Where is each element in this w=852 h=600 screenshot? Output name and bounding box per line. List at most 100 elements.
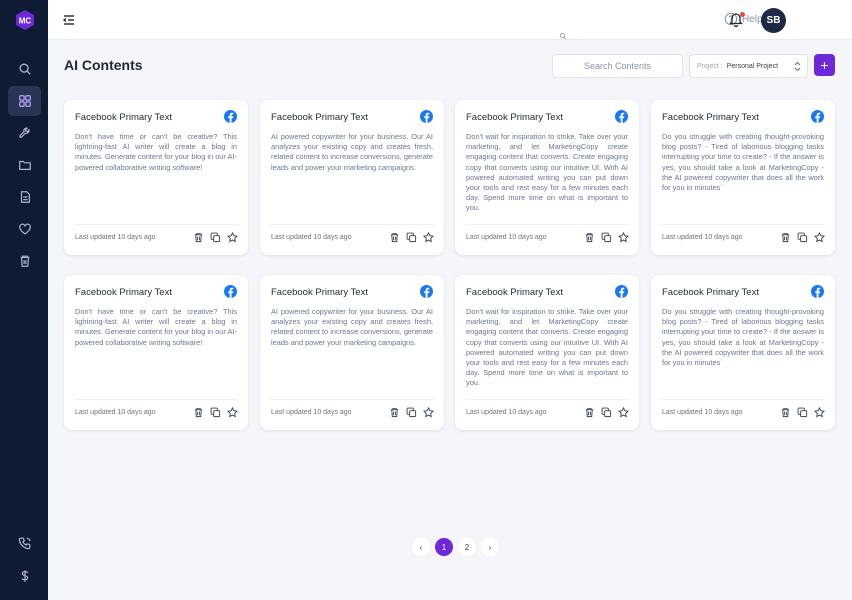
- menu-toggle-icon[interactable]: [62, 13, 76, 27]
- delete-icon[interactable]: [389, 407, 400, 418]
- content-card[interactable]: Facebook Primary Text Do you struggle wit…: [651, 275, 835, 430]
- card-actions: [193, 407, 238, 418]
- wrench-icon: [18, 127, 30, 138]
- page-title: AI Contents: [64, 57, 143, 73]
- content-card[interactable]: Facebook Primary Text AI powered copywrit…: [260, 275, 444, 430]
- add-content-button[interactable]: +: [814, 54, 835, 76]
- card-body: Don't have time or can't be creative? Th…: [75, 132, 237, 172]
- copy-icon[interactable]: [797, 232, 808, 243]
- copy-icon[interactable]: [797, 407, 808, 418]
- delete-icon[interactable]: [584, 407, 595, 418]
- star-icon[interactable]: [423, 407, 434, 418]
- project-select[interactable]: Project : Personal Project: [689, 54, 808, 78]
- divider: [74, 224, 238, 225]
- card-updated-text: Last updated 10 days ago: [75, 409, 156, 416]
- delete-icon[interactable]: [780, 232, 791, 243]
- card-actions: [584, 407, 629, 418]
- star-icon[interactable]: [618, 407, 629, 418]
- card-title: Facebook Primary Text: [466, 287, 563, 298]
- grid-icon: [18, 95, 31, 107]
- sidebar-item-folder[interactable]: [8, 150, 41, 180]
- card-updated-text: Last updated 10 days ago: [466, 234, 547, 241]
- content-card[interactable]: Facebook Primary Text Do you struggle wit…: [651, 100, 835, 255]
- card-title: Facebook Primary Text: [75, 287, 172, 298]
- project-label: Project :: [697, 62, 723, 70]
- avatar[interactable]: SB: [761, 8, 786, 33]
- sidebar: MC: [0, 0, 48, 600]
- delete-icon[interactable]: [193, 407, 204, 418]
- copy-icon[interactable]: [406, 407, 417, 418]
- card-actions: [389, 232, 434, 243]
- project-value: Personal Project: [726, 62, 779, 70]
- card-updated-text: Last updated 10 days ago: [75, 234, 156, 241]
- card-title: Facebook Primary Text: [466, 112, 563, 123]
- copy-icon[interactable]: [210, 232, 221, 243]
- sidebar-item-trash[interactable]: [8, 246, 41, 276]
- star-icon[interactable]: [227, 407, 238, 418]
- card-title: Facebook Primary Text: [271, 112, 368, 123]
- facebook-icon: [811, 285, 824, 298]
- divider: [465, 399, 629, 400]
- card-updated-text: Last updated 10 days ago: [271, 409, 352, 416]
- card-body: Do you struggle with creating thought-pr…: [662, 307, 824, 368]
- search-input[interactable]: Search Contents: [552, 54, 683, 78]
- card-title: Facebook Primary Text: [662, 112, 759, 123]
- facebook-icon: [224, 285, 237, 298]
- sidebar-item-tools[interactable]: [8, 118, 41, 148]
- star-icon[interactable]: [618, 232, 629, 243]
- divider: [661, 399, 825, 400]
- sidebar-item-dashboard[interactable]: [8, 86, 41, 116]
- facebook-icon: [811, 110, 824, 123]
- search-placeholder: Search Contents: [583, 61, 652, 71]
- delete-icon[interactable]: [780, 407, 791, 418]
- copy-icon[interactable]: [601, 407, 612, 418]
- sidebar-item-support[interactable]: [8, 528, 41, 558]
- card-body: Don't have time or can't be creative? Th…: [75, 307, 237, 347]
- card-title: Facebook Primary Text: [662, 287, 759, 298]
- prev-page-button[interactable]: ‹: [412, 538, 430, 556]
- next-page-button[interactable]: ›: [481, 538, 499, 556]
- divider: [74, 399, 238, 400]
- card-actions: [780, 407, 825, 418]
- content-card[interactable]: Facebook Primary Text Don't have time or …: [64, 275, 248, 430]
- sidebar-item-search[interactable]: [8, 54, 41, 84]
- star-icon[interactable]: [423, 232, 434, 243]
- content-card[interactable]: Facebook Primary Text AI powered copywrit…: [260, 100, 444, 255]
- divider: [465, 224, 629, 225]
- copy-icon[interactable]: [210, 407, 221, 418]
- search-icon: [19, 63, 31, 75]
- card-updated-text: Last updated 10 days ago: [466, 409, 547, 416]
- facebook-icon: [420, 285, 433, 298]
- sidebar-item-documents[interactable]: [8, 182, 41, 212]
- card-actions: [389, 407, 434, 418]
- help-label: Help: [742, 13, 763, 25]
- card-body: AI powered copywriter for your business.…: [271, 307, 433, 347]
- pagination: ‹ 1 2 ›: [412, 538, 499, 556]
- app-logo[interactable]: MC: [15, 10, 35, 30]
- page-button-1[interactable]: 1: [435, 538, 453, 556]
- divider: [270, 399, 434, 400]
- delete-icon[interactable]: [193, 232, 204, 243]
- copy-icon[interactable]: [601, 232, 612, 243]
- star-icon[interactable]: [227, 232, 238, 243]
- content-card[interactable]: Facebook Primary Text Don't wait for insp…: [455, 275, 639, 430]
- star-icon[interactable]: [814, 232, 825, 243]
- card-body: AI powered copywriter for your business.…: [271, 132, 433, 172]
- card-title: Facebook Primary Text: [75, 112, 172, 123]
- page-button-2[interactable]: 2: [458, 538, 476, 556]
- facebook-icon: [615, 110, 628, 123]
- sidebar-item-favorites[interactable]: [8, 214, 41, 244]
- content-card[interactable]: Facebook Primary Text Don't have time or …: [64, 100, 248, 255]
- document-icon: [20, 191, 30, 203]
- content-card[interactable]: Facebook Primary Text Don't wait for insp…: [455, 100, 639, 255]
- copy-icon[interactable]: [406, 232, 417, 243]
- card-body: Don't wait for inspiration to strike. Ta…: [466, 307, 628, 388]
- search-icon: [559, 32, 567, 40]
- delete-icon[interactable]: [584, 232, 595, 243]
- sidebar-item-billing[interactable]: [8, 561, 41, 591]
- divider: [661, 224, 825, 225]
- svg-text:MC: MC: [19, 17, 32, 26]
- delete-icon[interactable]: [389, 232, 400, 243]
- star-icon[interactable]: [814, 407, 825, 418]
- card-title: Facebook Primary Text: [271, 287, 368, 298]
